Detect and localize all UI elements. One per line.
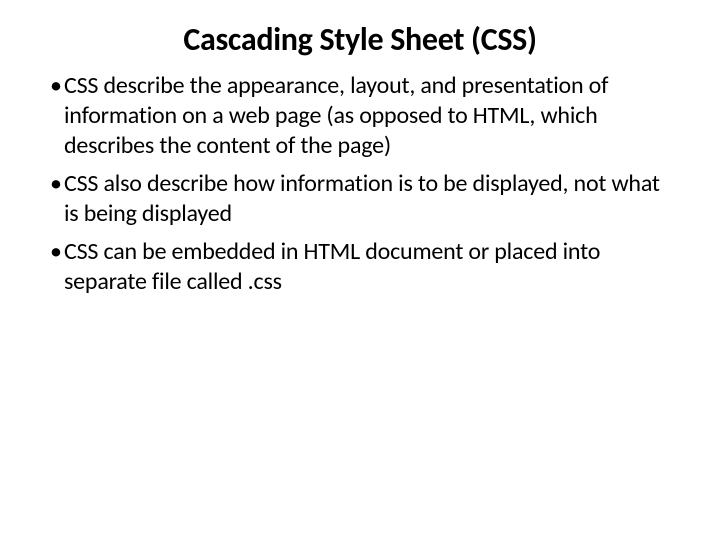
slide-container: Cascading Style Sheet (CSS) CSS describe…: [0, 0, 720, 540]
list-item: CSS also describe how information is to …: [50, 169, 670, 229]
list-item: CSS describe the appearance, layout, and…: [50, 71, 670, 161]
slide-title: Cascading Style Sheet (CSS): [50, 20, 670, 59]
list-item: CSS can be embedded in HTML document or …: [50, 237, 670, 297]
bullet-list: CSS describe the appearance, layout, and…: [50, 71, 670, 297]
